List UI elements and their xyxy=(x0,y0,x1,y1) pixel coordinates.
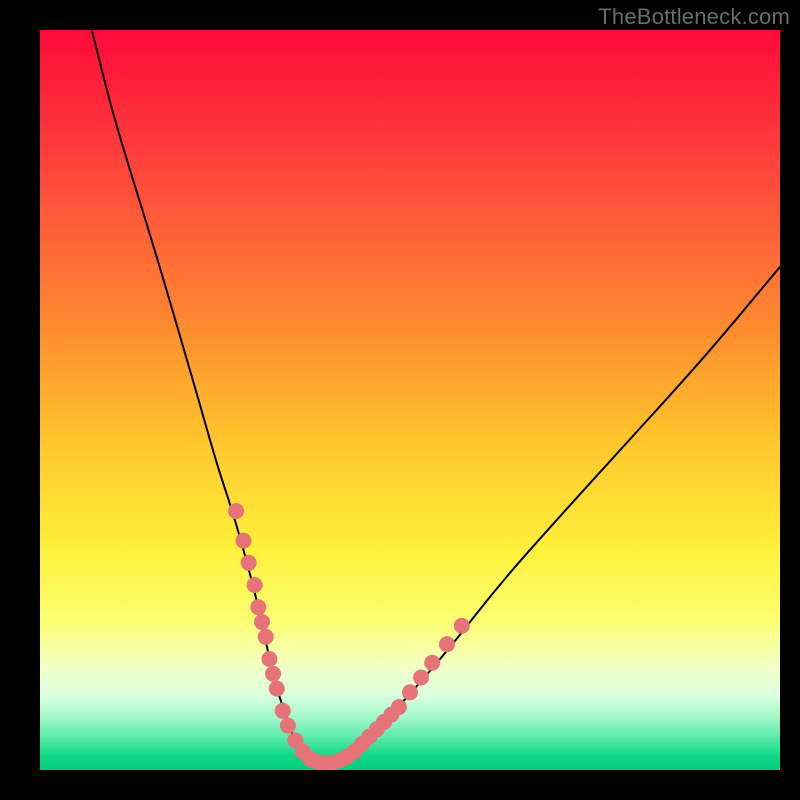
highlight-dot xyxy=(424,655,440,671)
marker-group xyxy=(228,503,470,770)
highlight-dot xyxy=(236,533,252,549)
chart-frame: TheBottleneck.com xyxy=(0,0,800,800)
curve-svg xyxy=(40,30,780,770)
highlight-dot xyxy=(241,555,257,571)
bottleneck-curve xyxy=(92,30,780,763)
curve-group xyxy=(92,30,780,763)
highlight-dot xyxy=(269,681,285,697)
highlight-dot xyxy=(261,651,277,667)
highlight-dot xyxy=(250,599,266,615)
highlight-dot xyxy=(439,636,455,652)
highlight-dot xyxy=(391,699,407,715)
highlight-dot xyxy=(228,503,244,519)
highlight-dot xyxy=(280,718,296,734)
highlight-dot xyxy=(265,666,281,682)
highlight-dot xyxy=(413,670,429,686)
plot-area xyxy=(40,30,780,770)
highlight-dot xyxy=(454,618,470,634)
highlight-dot xyxy=(254,614,270,630)
highlight-dot xyxy=(247,577,263,593)
highlight-dot xyxy=(258,629,274,645)
highlight-dot xyxy=(402,684,418,700)
highlight-dot xyxy=(275,703,291,719)
watermark-text: TheBottleneck.com xyxy=(598,4,790,30)
